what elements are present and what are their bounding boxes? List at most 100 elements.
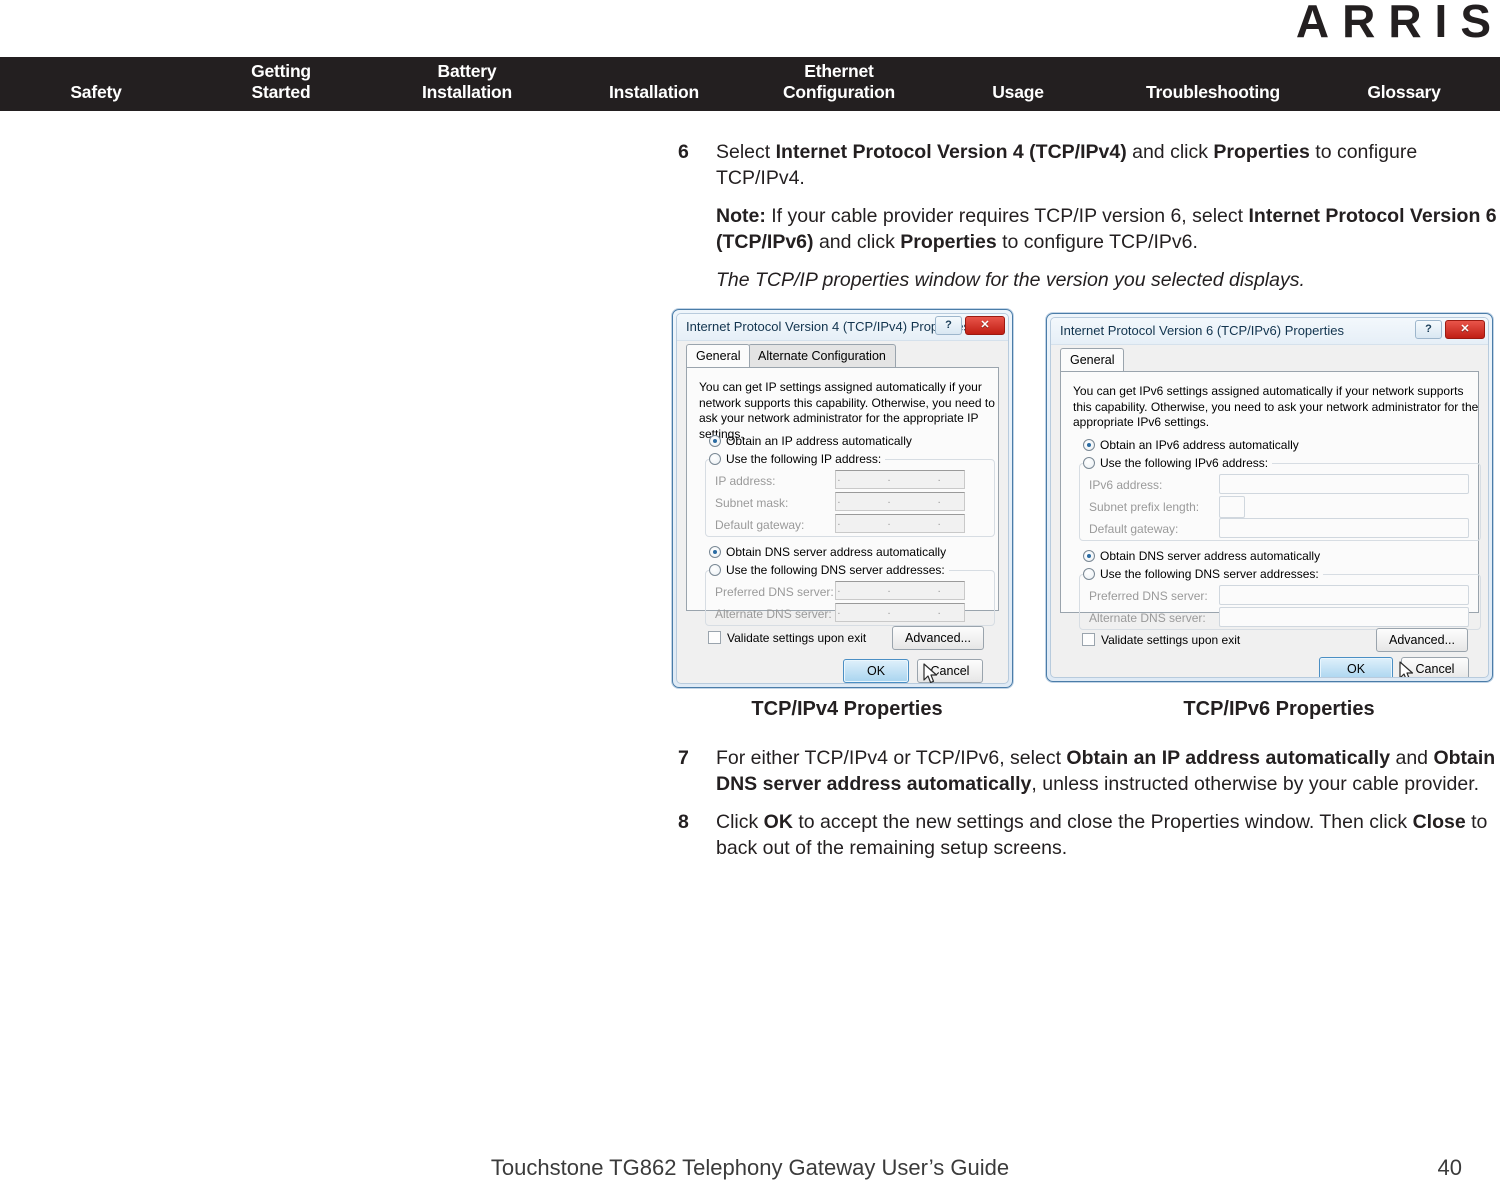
ipv4-tab-alternate-configuration[interactable]: Alternate Configuration (748, 344, 896, 367)
ipv6-window-inner: Internet Protocol Version 6 (TCP/IPv6) P… (1050, 317, 1489, 678)
radio-off-icon (709, 453, 721, 465)
radio-off-icon (1083, 568, 1095, 580)
nav-item-glossary[interactable]: Glossary (1367, 82, 1441, 103)
nav-item-usage[interactable]: Usage (992, 82, 1044, 103)
ipv4-radio-manual-ip[interactable]: Use the following IP address: (709, 452, 886, 466)
step-8-bold-2: Close (1412, 811, 1466, 833)
caption-ipv4: TCP/IPv4 Properties (751, 698, 943, 720)
ipv4-default-gateway-separators: . . . (837, 516, 963, 528)
ipv4-title-bar[interactable]: Internet Protocol Version 4 (TCP/IPv4) P… (677, 314, 1008, 341)
ipv4-radio-obtain-ip-auto[interactable]: Obtain an IP address automatically (709, 434, 912, 448)
ipv4-ip-address-input[interactable]: . . . (835, 470, 965, 489)
ipv6-radio-obtain-ip-auto[interactable]: Obtain an IPv6 address automatically (1083, 438, 1299, 452)
step-6: 6 Select Internet Protocol Version 4 (TCP… (672, 140, 1500, 191)
tcp-ipv6-properties-dialog: Internet Protocol Version 6 (TCP/IPv6) P… (1046, 313, 1493, 682)
ipv4-cancel-button[interactable]: Cancel (917, 659, 983, 683)
ipv4-subnet-mask-separators: . . . (837, 494, 963, 506)
ipv4-ok-button[interactable]: OK (843, 659, 909, 683)
step-6-bold-2: Properties (1213, 141, 1310, 163)
ipv6-radio-manual-dns[interactable]: Use the following DNS server addresses: (1083, 567, 1323, 581)
ipv4-alternate-dns-separators: . . . (837, 605, 963, 617)
ipv4-description: You can get IP settings assigned automat… (699, 380, 995, 441)
ipv6-cancel-button[interactable]: Cancel (1401, 657, 1469, 677)
radio-on-icon (709, 435, 721, 447)
nav-item-installation[interactable]: Installation (609, 82, 699, 103)
step-6-number: 6 (678, 141, 689, 163)
ipv4-tab-panel: You can get IP settings assigned automat… (686, 367, 999, 626)
radio-on-icon (709, 546, 721, 558)
ipv4-advanced-button[interactable]: Advanced... (892, 626, 984, 650)
ipv6-alternate-dns-input[interactable] (1219, 607, 1469, 627)
result-paragraph: The TCP/IP properties window for the ver… (716, 269, 1305, 291)
ipv6-default-gateway-input[interactable] (1219, 518, 1469, 538)
top-navigation-bar: Safety Getting Started Battery Installat… (0, 57, 1500, 111)
instructions-top: 6 Select Internet Protocol Version 4 (TCP… (672, 140, 1500, 307)
step-7-number: 7 (678, 747, 689, 769)
ipv6-alternate-dns-label: Alternate DNS server: (1089, 611, 1206, 625)
ipv4-radio-obtain-dns-auto-label: Obtain DNS server address automatically (726, 545, 947, 559)
ipv4-preferred-dns-input[interactable]: . . . (835, 581, 965, 600)
nav-item-battery-installation[interactable]: Battery Installation (422, 61, 512, 103)
ipv4-alternate-dns-label: Alternate DNS server: (715, 607, 832, 621)
step-7-text-1: For either TCP/IPv4 or TCP/IPv6, select (716, 747, 1067, 769)
note-paragraph: Note: If your cable provider requires TC… (672, 204, 1500, 255)
step-7-text-2: and (1390, 747, 1434, 769)
nav-item-ethernet-configuration[interactable]: Ethernet Configuration (783, 61, 895, 103)
ipv6-default-gateway-label: Default gateway: (1089, 522, 1179, 536)
radio-on-icon (1083, 439, 1095, 451)
ipv6-radio-obtain-dns-auto[interactable]: Obtain DNS server address automatically (1083, 549, 1320, 563)
ipv6-close-button[interactable]: ✕ (1445, 320, 1485, 339)
checkbox-icon (708, 631, 721, 644)
caption-ipv6: TCP/IPv6 Properties (1183, 698, 1375, 720)
step-7: 7 For either TCP/IPv4 or TCP/IPv6, select… (672, 746, 1500, 797)
ipv6-tab-panel: You can get IPv6 settings assigned autom… (1060, 371, 1481, 630)
ipv6-ok-button[interactable]: OK (1319, 657, 1393, 677)
ipv6-radio-manual-dns-label: Use the following DNS server addresses: (1100, 567, 1319, 581)
ipv6-subnet-prefix-input[interactable] (1219, 496, 1245, 518)
ipv4-default-gateway-input[interactable]: . . . (835, 514, 965, 533)
radio-off-icon (1083, 457, 1095, 469)
step-8: 8 Click OK to accept the new settings and… (672, 810, 1500, 861)
step-6-text-2: and click (1126, 141, 1214, 163)
ipv4-radio-obtain-ip-auto-label: Obtain an IP address automatically (726, 434, 912, 448)
footer-page-number: 40 (1437, 1155, 1462, 1180)
ipv6-radio-manual-ip-label: Use the following IPv6 address: (1100, 456, 1269, 470)
ipv6-preferred-dns-input[interactable] (1219, 585, 1469, 605)
note-bold-2: Properties (900, 230, 997, 253)
ipv4-alternate-dns-input[interactable]: . . . (835, 603, 965, 622)
ipv4-close-button[interactable]: ✕ (965, 316, 1005, 335)
ipv6-tab-general[interactable]: General (1060, 348, 1125, 371)
footer-guide-title: Touchstone TG862 Telephony Gateway User’… (490, 1155, 1010, 1180)
ipv4-title-text: Internet Protocol Version 4 (TCP/IPv4) P… (686, 319, 970, 334)
tcp-ipv4-properties-dialog: Internet Protocol Version 4 (TCP/IPv4) P… (672, 309, 1013, 688)
nav-item-safety[interactable]: Safety (70, 82, 122, 103)
ipv6-preferred-dns-label: Preferred DNS server: (1089, 589, 1208, 603)
ipv4-subnet-mask-input[interactable]: . . . (835, 492, 965, 511)
step-8-bold-1: OK (763, 811, 793, 833)
ipv6-radio-manual-ip[interactable]: Use the following IPv6 address: (1083, 456, 1273, 470)
ipv4-help-button[interactable]: ? (935, 316, 962, 335)
ipv4-radio-obtain-dns-auto[interactable]: Obtain DNS server address automatically (709, 545, 946, 559)
note-label: Note: (716, 205, 766, 227)
nav-item-troubleshooting[interactable]: Troubleshooting (1146, 82, 1280, 103)
arris-logo: ARRIS (1295, 0, 1500, 47)
ipv4-window-inner: Internet Protocol Version 4 (TCP/IPv4) P… (676, 313, 1009, 684)
checkbox-icon (1082, 633, 1095, 646)
step-6-bold-1: Internet Protocol Version 4 (TCP/IPv4) (775, 141, 1127, 163)
ipv6-address-input[interactable] (1219, 474, 1469, 494)
page-footer: Touchstone TG862 Telephony Gateway User’… (0, 1155, 1500, 1185)
ipv6-advanced-button[interactable]: Advanced... (1376, 628, 1468, 652)
ipv4-preferred-dns-separators: . . . (837, 583, 963, 595)
ipv4-radio-manual-dns[interactable]: Use the following DNS server addresses: (709, 563, 949, 577)
ipv6-validate-settings-checkbox[interactable]: Validate settings upon exit (1082, 633, 1240, 647)
ipv6-help-button[interactable]: ? (1415, 320, 1442, 339)
ipv4-ip-address-separators: . . . (837, 472, 963, 484)
ipv4-validate-settings-checkbox[interactable]: Validate settings upon exit (708, 631, 866, 645)
ipv4-tab-general[interactable]: General (686, 344, 751, 367)
nav-item-getting-started[interactable]: Getting Started (251, 61, 311, 103)
ipv6-title-bar[interactable]: Internet Protocol Version 6 (TCP/IPv6) P… (1051, 318, 1488, 345)
step-8-number: 8 (678, 811, 689, 833)
ipv4-tab-strip: General Alternate Configuration (686, 344, 999, 367)
note-text-3: to configure TCP/IPv6. (996, 230, 1198, 253)
instructions-bottom: 7 For either TCP/IPv4 or TCP/IPv6, select… (672, 746, 1500, 874)
